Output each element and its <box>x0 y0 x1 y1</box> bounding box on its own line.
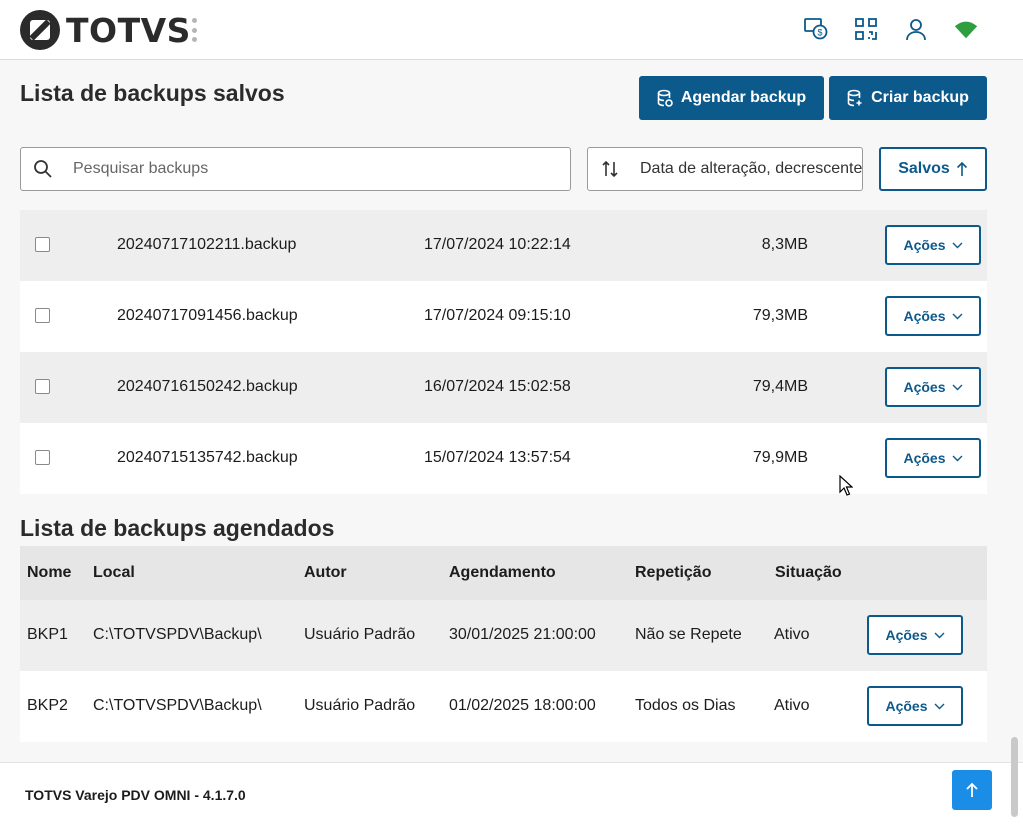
column-header-local: Local <box>93 564 135 581</box>
backup-size: 79,3MB <box>752 307 808 324</box>
saved-backups-list: 20240717102211.backup 17/07/2024 10:22:1… <box>20 210 987 494</box>
scroll-to-top-button[interactable] <box>952 770 992 810</box>
column-header-agendamento: Agendamento <box>449 564 556 581</box>
sort-select[interactable]: Data de alteração, decrescente <box>587 147 863 191</box>
top-bar: TOTVS $ <box>0 0 1023 60</box>
user-icon[interactable] <box>903 16 929 42</box>
chevron-down-icon <box>952 242 963 248</box>
row-checkbox[interactable] <box>35 379 50 394</box>
actions-button[interactable]: Ações <box>885 367 981 407</box>
cell-agendamento: 01/02/2025 18:00:00 <box>449 697 596 714</box>
backup-date: 15/07/2024 13:57:54 <box>424 449 571 466</box>
svg-text:$: $ <box>817 28 822 38</box>
cell-nome: BKP1 <box>27 626 68 643</box>
actions-button[interactable]: Ações <box>867 615 963 655</box>
list-item: 20240717102211.backup 17/07/2024 10:22:1… <box>20 210 987 281</box>
totvs-logo-icon <box>20 10 60 50</box>
list-item: 20240716150242.backup 16/07/2024 15:02:5… <box>20 352 987 423</box>
column-header-situacao: Situação <box>775 564 842 581</box>
actions-button[interactable]: Ações <box>885 225 981 265</box>
search-field[interactable] <box>20 147 571 191</box>
filter-saved-button[interactable]: Salvos <box>879 147 987 191</box>
arrow-up-icon <box>956 161 967 176</box>
cell-nome: BKP2 <box>27 697 68 714</box>
column-header-repeticao: Repetição <box>635 564 712 581</box>
chevron-down-icon <box>952 313 963 319</box>
scheduled-backups-title: Lista de backups agendados <box>20 515 335 541</box>
schedule-backup-label: Agendar backup <box>680 89 807 106</box>
footer: TOTVS Varejo PDV OMNI - 4.1.7.0 <box>0 762 1023 824</box>
cell-repeticao: Todos os Dias <box>635 697 736 714</box>
actions-label: Ações <box>903 308 946 324</box>
saved-backups-title: Lista de backups salvos <box>20 80 285 106</box>
cell-local: C:\TOTVSPDV\Backup\ <box>93 626 262 643</box>
backup-name: 20240715135742.backup <box>117 449 298 466</box>
wifi-icon[interactable] <box>953 16 979 42</box>
backup-size: 79,9MB <box>752 449 808 466</box>
database-icon <box>657 89 673 107</box>
cell-agendamento: 30/01/2025 21:00:00 <box>449 626 596 643</box>
table-row: BKP1 C:\TOTVSPDV\Backup\ Usuário Padrão … <box>20 600 987 671</box>
database-icon <box>847 89 862 107</box>
actions-label: Ações <box>903 237 946 253</box>
scrollbar-thumb[interactable] <box>1011 737 1018 817</box>
actions-button[interactable]: Ações <box>867 686 963 726</box>
chevron-down-icon <box>952 455 963 461</box>
backup-size: 79,4MB <box>752 378 808 395</box>
more-options-icon[interactable] <box>190 18 198 42</box>
chevron-down-icon <box>934 703 945 709</box>
version-text: TOTVS Varejo PDV OMNI - 4.1.7.0 <box>25 787 246 803</box>
create-backup-label: Criar backup <box>871 89 969 106</box>
column-header-nome: Nome <box>27 564 72 581</box>
cell-autor: Usuário Padrão <box>304 697 416 714</box>
cell-situacao: Ativo <box>774 697 810 714</box>
scheduled-backups-table: Nome Local Autor Agendamento Repetição S… <box>20 546 987 742</box>
backup-date: 16/07/2024 15:02:58 <box>424 378 571 395</box>
sort-value: Data de alteração, decrescente <box>640 160 863 177</box>
cell-repeticao: Não se Repete <box>635 626 742 643</box>
row-checkbox[interactable] <box>35 308 50 323</box>
row-checkbox[interactable] <box>35 450 50 465</box>
money-exchange-icon[interactable]: $ <box>803 16 829 42</box>
list-item: 20240717091456.backup 17/07/2024 09:15:1… <box>20 281 987 352</box>
sort-icon <box>588 159 632 179</box>
row-checkbox[interactable] <box>35 237 50 252</box>
mouse-cursor-icon <box>839 475 853 496</box>
cell-local: C:\TOTVSPDV\Backup\ <box>93 697 262 714</box>
column-header-autor: Autor <box>304 564 347 581</box>
backup-date: 17/07/2024 10:22:14 <box>424 236 571 253</box>
search-icon <box>21 159 65 179</box>
actions-label: Ações <box>903 450 946 466</box>
backup-name: 20240716150242.backup <box>117 378 298 395</box>
cell-situacao: Ativo <box>774 626 810 643</box>
actions-label: Ações <box>885 698 928 714</box>
backup-name: 20240717102211.backup <box>117 236 297 253</box>
backup-name: 20240717091456.backup <box>117 307 298 324</box>
logo-text: TOTVS <box>66 10 191 50</box>
table-row: BKP2 C:\TOTVSPDV\Backup\ Usuário Padrão … <box>20 671 987 742</box>
actions-label: Ações <box>903 379 946 395</box>
actions-label: Ações <box>885 627 928 643</box>
search-input[interactable] <box>73 160 553 178</box>
cell-autor: Usuário Padrão <box>304 626 416 643</box>
table-header: Nome Local Autor Agendamento Repetição S… <box>20 546 987 600</box>
chevron-down-icon <box>934 632 945 638</box>
backup-size: 8,3MB <box>761 236 808 253</box>
actions-button[interactable]: Ações <box>885 438 981 478</box>
create-backup-button[interactable]: Criar backup <box>829 76 987 120</box>
totvs-logo[interactable]: TOTVS <box>20 8 191 52</box>
filter-saved-label: Salvos <box>898 160 950 177</box>
chevron-down-icon <box>952 384 963 390</box>
schedule-backup-button[interactable]: Agendar backup <box>639 76 824 120</box>
arrow-up-icon <box>966 782 978 797</box>
backup-date: 17/07/2024 09:15:10 <box>424 307 571 324</box>
actions-button[interactable]: Ações <box>885 296 981 336</box>
qr-code-icon[interactable] <box>853 16 879 42</box>
